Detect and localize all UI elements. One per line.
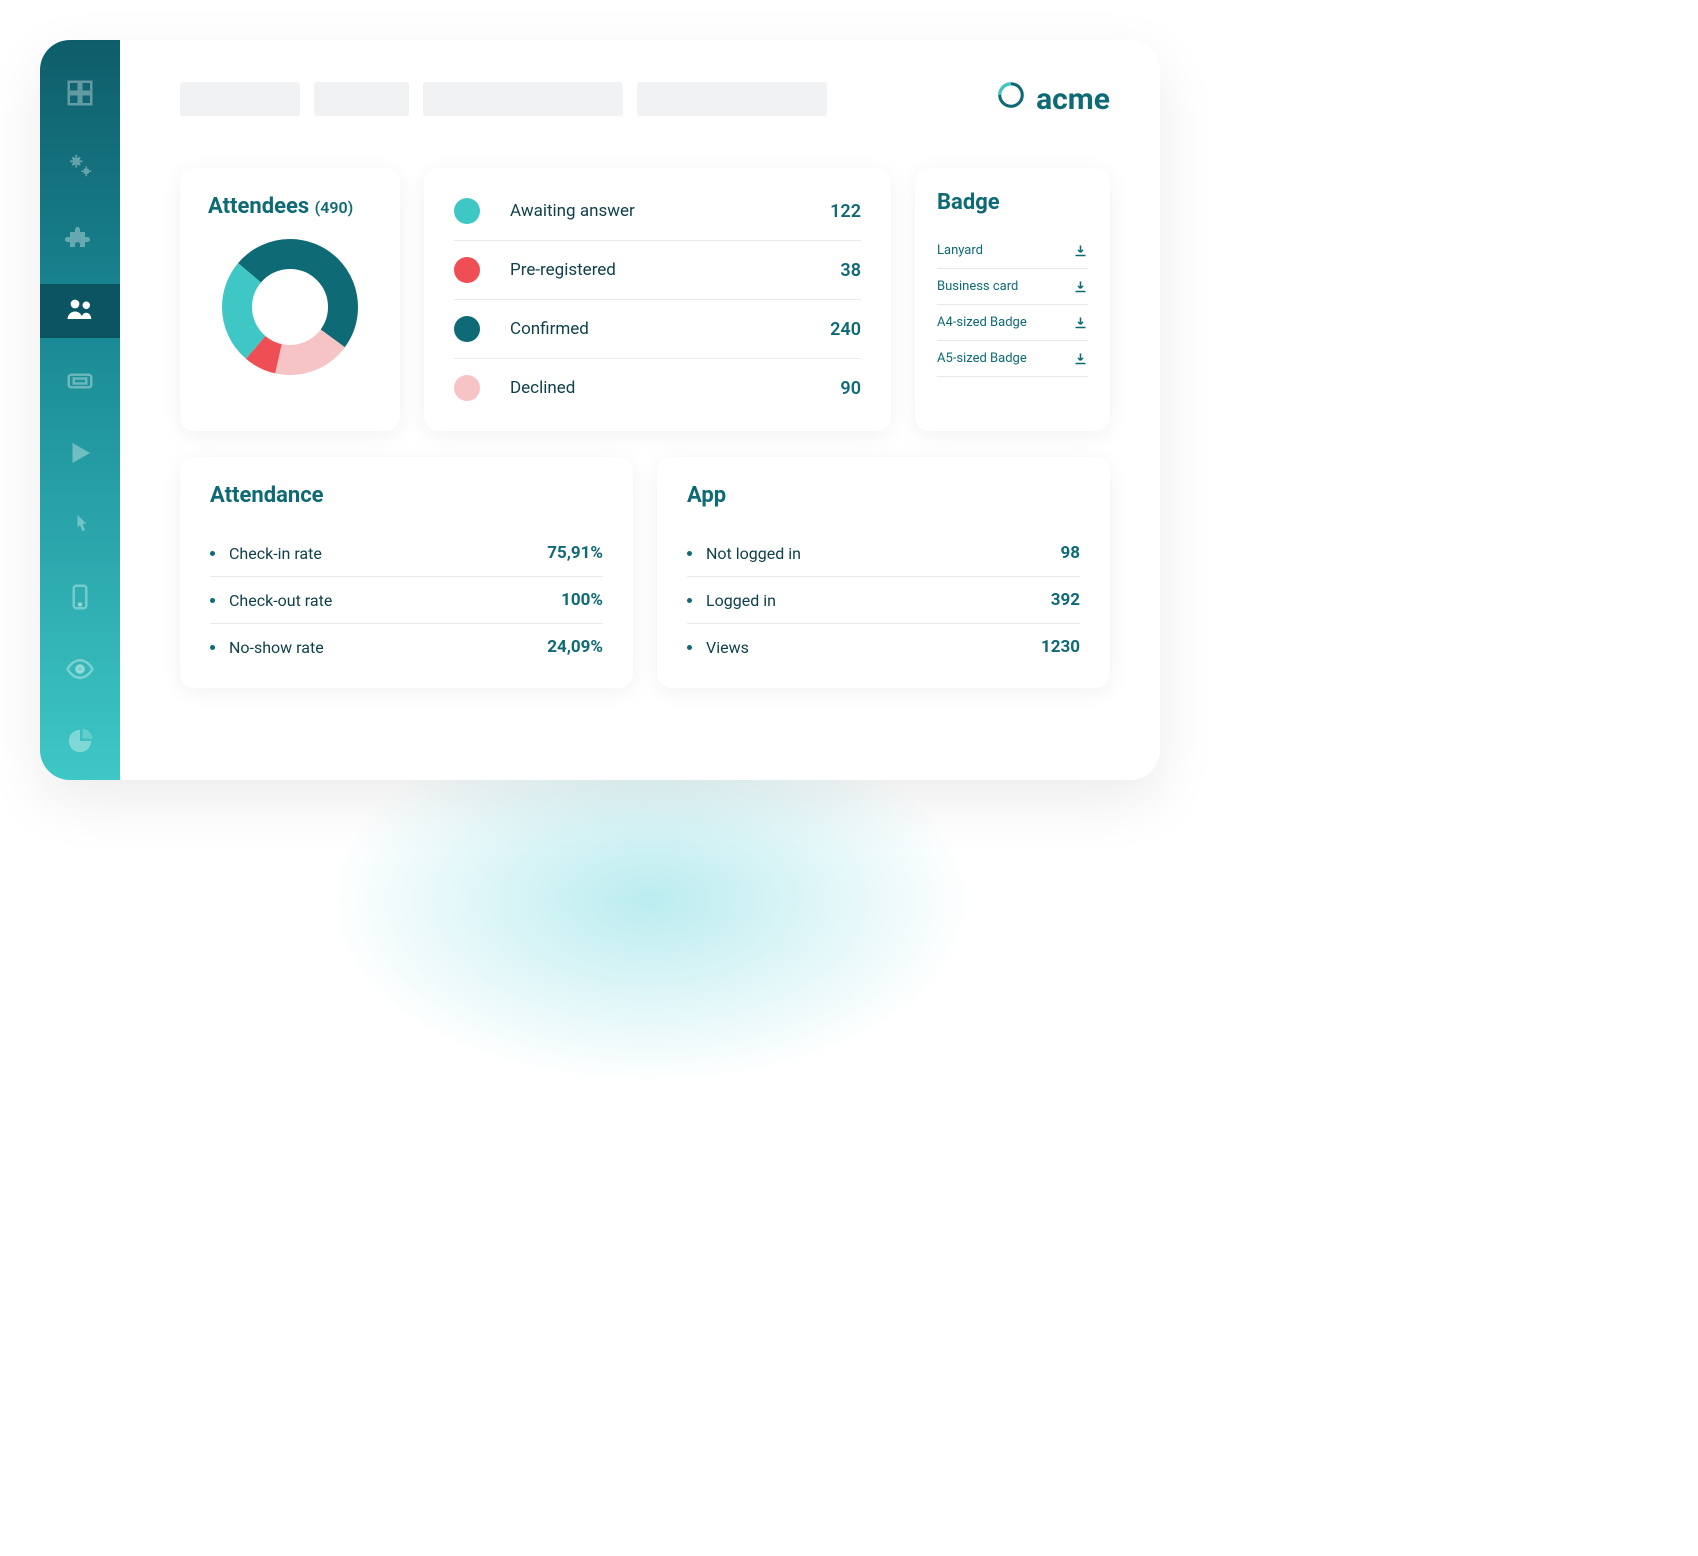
sidebar-item-engagement[interactable] [40,500,120,554]
metric-label: Views [706,638,1041,657]
brand-logo: acme [996,80,1110,118]
app-card: App Not logged in 98 Logged in 392 Views… [657,457,1110,688]
status-row: Pre-registered 38 [454,241,861,300]
pointer-icon [65,510,95,544]
toolbar-placeholder [180,82,300,116]
metric-label: Check-in rate [229,544,547,563]
sidebar-item-media[interactable] [40,428,120,482]
pie-icon [65,726,95,760]
attendees-card: Attendees (490) [180,168,400,431]
bullet-icon [210,551,215,556]
attendees-donut-chart [220,237,360,377]
attendance-card: Attendance Check-in rate 75,91% Check-ou… [180,457,633,688]
metric-label: Logged in [706,591,1051,610]
topbar: acme [180,80,1110,118]
metric-value: 24,09% [547,637,603,657]
metric-row: Check-in rate 75,91% [210,530,603,577]
attendees-title: Attendees (490) [208,194,372,219]
attendance-title: Attendance [210,483,603,508]
toolbar-placeholder [423,82,623,116]
play-icon [65,438,95,472]
metric-row: Logged in 392 [687,577,1080,624]
metric-value: 75,91% [547,543,603,563]
status-value: 122 [830,201,861,222]
status-dot [454,198,480,224]
bullet-icon [210,598,215,603]
gears-icon [65,150,95,184]
metric-label: No-show rate [229,638,547,657]
badge-download-businesscard[interactable]: Business card [937,269,1088,305]
metric-row: Check-out rate 100% [210,577,603,624]
metric-label: Check-out rate [229,591,561,610]
metric-row: No-show rate 24,09% [210,624,603,670]
ticket-icon [65,366,95,400]
people-icon [65,294,95,328]
status-card: Awaiting answer 122 Pre-registered 38 Co… [424,168,891,431]
sidebar-item-settings[interactable] [40,140,120,194]
badge-label: A5-sized Badge [937,351,1027,366]
attendees-title-text: Attendees [208,194,309,219]
brand-name: acme [1036,82,1110,117]
bullet-icon [687,645,692,650]
metric-value: 392 [1051,590,1080,610]
badge-label: Lanyard [937,243,983,258]
metric-value: 1230 [1041,637,1080,657]
badge-label: A4-sized Badge [937,315,1027,330]
metric-value: 98 [1060,543,1080,563]
status-row: Declined 90 [454,359,861,417]
bullet-icon [687,551,692,556]
main-content: acme Attendees (490) [120,40,1160,780]
sidebar-item-tickets[interactable] [40,356,120,410]
status-label: Confirmed [510,319,830,339]
grid-icon [65,78,95,112]
download-icon [1073,279,1088,294]
status-label: Declined [510,378,840,398]
badge-download-a4[interactable]: A4-sized Badge [937,305,1088,341]
sidebar-item-reports[interactable] [40,716,120,770]
logo-icon [996,80,1026,118]
status-label: Pre-registered [510,260,840,280]
metric-label: Not logged in [706,544,1060,563]
download-icon [1073,243,1088,258]
metric-row: Not logged in 98 [687,530,1080,577]
eye-icon [65,654,95,688]
status-dot [454,316,480,342]
download-icon [1073,351,1088,366]
badge-download-a5[interactable]: A5-sized Badge [937,341,1088,377]
attendees-count: (490) [315,198,354,217]
sidebar-item-views[interactable] [40,644,120,698]
sidebar-item-plugins[interactable] [40,212,120,266]
badge-download-lanyard[interactable]: Lanyard [937,233,1088,269]
status-value: 90 [840,378,861,399]
toolbar-placeholder [314,82,409,116]
status-value: 240 [830,319,861,340]
metric-row: Views 1230 [687,624,1080,670]
toolbar-placeholder [637,82,827,116]
app-frame: acme Attendees (490) [40,40,1160,780]
status-dot [454,257,480,283]
badge-title: Badge [937,190,1088,215]
bullet-icon [687,598,692,603]
badge-label: Business card [937,279,1018,294]
sidebar-item-mobile[interactable] [40,572,120,626]
status-label: Awaiting answer [510,201,830,221]
status-dot [454,375,480,401]
mobile-icon [65,582,95,616]
puzzle-icon [65,222,95,256]
sidebar-item-dashboard[interactable] [40,68,120,122]
sidebar [40,40,120,780]
download-icon [1073,315,1088,330]
metric-value: 100% [561,590,603,610]
badge-card: Badge Lanyard Business card A4-sized Bad… [915,168,1110,431]
app-title: App [687,483,1080,508]
status-row: Confirmed 240 [454,300,861,359]
status-row: Awaiting answer 122 [454,182,861,241]
status-value: 38 [840,260,861,281]
bullet-icon [210,645,215,650]
sidebar-item-attendees[interactable] [40,284,120,338]
